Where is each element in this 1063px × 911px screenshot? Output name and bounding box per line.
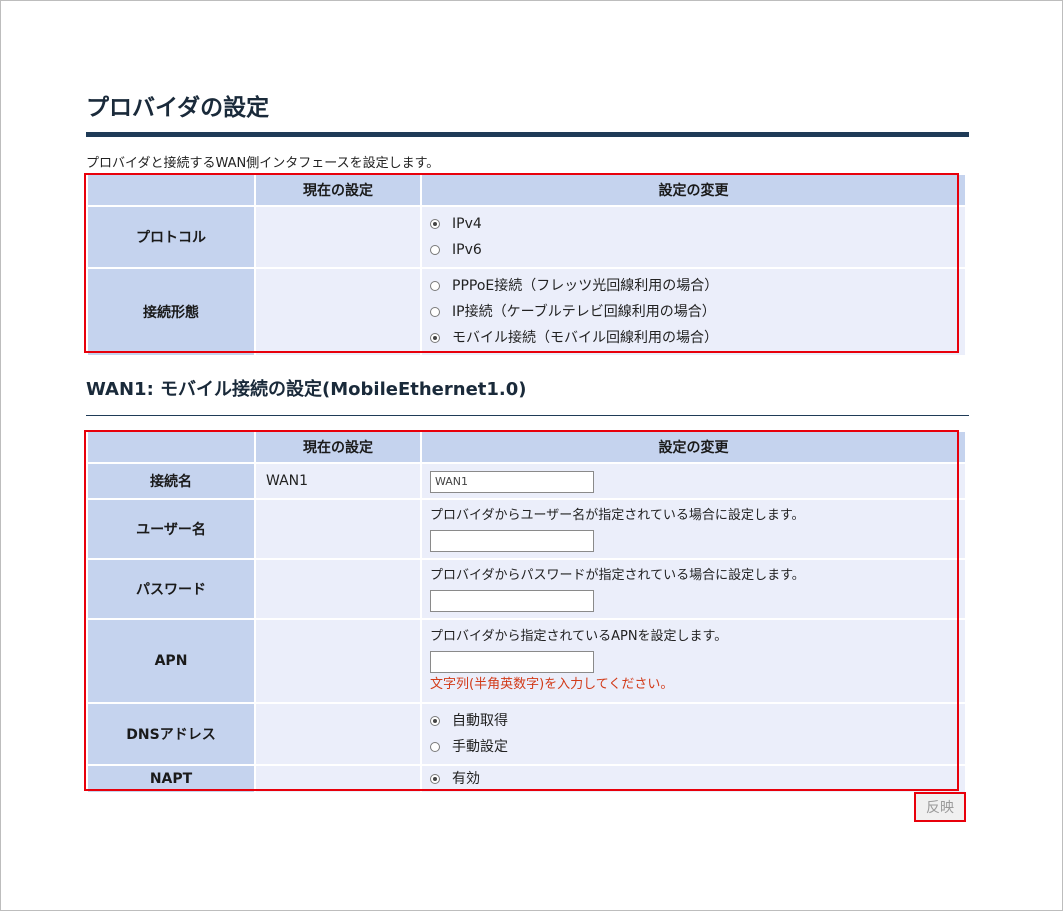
header-current: 現在の設定 [256, 175, 420, 205]
radio-option-dns-auto[interactable]: 自動取得 [430, 708, 957, 734]
header-blank-cell [88, 432, 254, 462]
radio-option-ipv6[interactable]: IPv6 [430, 237, 957, 263]
change-connection-type: PPPoE接続（フレッツ光回線利用の場合） IP接続（ケーブルテレビ回線利用の場… [422, 269, 965, 355]
radio-label-napt-enabled: 有効 [452, 771, 480, 787]
radio-pppoe[interactable] [430, 281, 440, 291]
radio-option-ipv4[interactable]: IPv4 [430, 211, 957, 237]
row-label-connection-name: 接続名 [88, 464, 254, 498]
radio-napt-enabled[interactable] [430, 774, 440, 784]
radio-ipv4[interactable] [430, 219, 440, 229]
radio-label-pppoe: PPPoE接続（フレッツ光回線利用の場合） [452, 278, 719, 294]
row-label-apn: APN [88, 620, 254, 702]
change-password: プロバイダからパスワードが指定されている場合に設定します。 [422, 560, 965, 618]
radio-ip[interactable] [430, 307, 440, 317]
radio-dns-auto[interactable] [430, 716, 440, 726]
protocol-settings-table: 現在の設定 設定の変更 プロトコル IPv4 IPv6 接続形態 PPPoE接続… [86, 173, 967, 357]
radio-label-dns-manual: 手動設定 [452, 739, 508, 755]
header-change: 設定の変更 [422, 175, 965, 205]
radio-dns-manual[interactable] [430, 742, 440, 752]
apply-area: 反映 [914, 792, 966, 822]
radio-label-ipv4: IPv4 [452, 216, 482, 232]
wan1-section: 現在の設定 設定の変更 接続名 WAN1 ユーザー名 プロバイダからユーザー名が… [84, 430, 969, 794]
section-divider [86, 415, 969, 416]
radio-label-ip: IP接続（ケーブルテレビ回線利用の場合） [452, 304, 716, 320]
wan1-settings-table: 現在の設定 設定の変更 接続名 WAN1 ユーザー名 プロバイダからユーザー名が… [86, 430, 967, 794]
current-connection-name: WAN1 [256, 464, 420, 498]
row-label-password: パスワード [88, 560, 254, 618]
row-label-napt: NAPT [88, 766, 254, 792]
current-connection-type [256, 269, 420, 355]
current-dns [256, 704, 420, 764]
radio-option-mobile[interactable]: モバイル接続（モバイル回線利用の場合） [430, 325, 957, 351]
current-password [256, 560, 420, 618]
row-label-dns: DNSアドレス [88, 704, 254, 764]
header-change: 設定の変更 [422, 432, 965, 462]
section-title-wan1: WAN1: モバイル接続の設定(MobileEthernet1.0) [86, 379, 527, 400]
row-label-protocol: プロトコル [88, 207, 254, 267]
connection-name-input[interactable] [430, 470, 594, 493]
current-napt [256, 766, 420, 792]
username-input[interactable] [430, 529, 594, 552]
password-hint: プロバイダからパスワードが指定されている場合に設定します。 [430, 568, 805, 583]
header-current: 現在の設定 [256, 432, 420, 462]
page-description: プロバイダと接続するWAN側インタフェースを設定します。 [86, 156, 440, 171]
radio-label-dns-auto: 自動取得 [452, 713, 508, 729]
title-divider [86, 132, 969, 137]
apply-button[interactable]: 反映 [914, 792, 966, 822]
change-connection-name [422, 464, 965, 498]
main-content: プロバイダの設定 プロバイダと接続するWAN側インタフェースを設定します。 現在… [84, 92, 969, 794]
radio-option-napt-enabled[interactable]: 有効 [430, 766, 957, 792]
protocol-section: 現在の設定 設定の変更 プロトコル IPv4 IPv6 接続形態 PPPoE接続… [84, 173, 969, 357]
change-apn: プロバイダから指定されているAPNを設定します。 文字列(半角英数字)を入力して… [422, 620, 965, 702]
radio-ipv6[interactable] [430, 245, 440, 255]
radio-option-ip[interactable]: IP接続（ケーブルテレビ回線利用の場合） [430, 299, 957, 325]
username-hint: プロバイダからユーザー名が指定されている場合に設定します。 [430, 508, 805, 523]
row-label-connection-type: 接続形態 [88, 269, 254, 355]
radio-label-ipv6: IPv6 [452, 242, 482, 258]
row-label-username: ユーザー名 [88, 500, 254, 558]
page-title: プロバイダの設定 [86, 95, 270, 121]
change-napt: 有効 [422, 766, 965, 792]
header-blank-cell [88, 175, 254, 205]
radio-label-mobile: モバイル接続（モバイル回線利用の場合） [452, 330, 718, 346]
current-apn [256, 620, 420, 702]
password-input[interactable] [430, 589, 594, 612]
apn-input[interactable] [430, 650, 594, 673]
apn-hint: プロバイダから指定されているAPNを設定します。 [430, 629, 728, 644]
radio-mobile[interactable] [430, 333, 440, 343]
change-dns: 自動取得 手動設定 [422, 704, 965, 764]
change-username: プロバイダからユーザー名が指定されている場合に設定します。 [422, 500, 965, 558]
radio-option-pppoe[interactable]: PPPoE接続（フレッツ光回線利用の場合） [430, 273, 957, 299]
apn-warning: 文字列(半角英数字)を入力してください。 [430, 677, 674, 692]
radio-option-dns-manual[interactable]: 手動設定 [430, 734, 957, 760]
current-protocol [256, 207, 420, 267]
change-protocol: IPv4 IPv6 [422, 207, 965, 267]
current-username [256, 500, 420, 558]
